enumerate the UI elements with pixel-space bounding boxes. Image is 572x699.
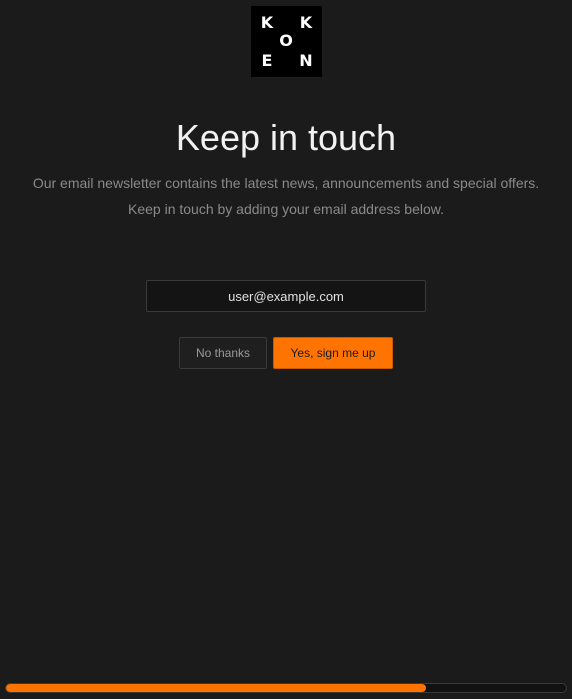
sign-up-button[interactable]: Yes, sign me up xyxy=(273,337,393,369)
progress-bar xyxy=(5,683,567,693)
logo-letter-k-right: K xyxy=(299,13,313,32)
logo-letter-e: E xyxy=(261,51,273,70)
logo-letter-o: O xyxy=(279,31,293,50)
description-line-1: Our email newsletter contains the latest… xyxy=(32,175,540,191)
logo-letter-n: N xyxy=(299,51,313,70)
logo-letter-k-left: K xyxy=(260,13,274,32)
no-thanks-button[interactable]: No thanks xyxy=(179,337,267,369)
page-title: Keep in touch xyxy=(175,117,397,158)
description-line-2: Keep in touch by adding your email addre… xyxy=(128,201,444,217)
newsletter-page: K K O E N Keep in touch Our email newsle… xyxy=(0,0,572,699)
brand-logo: K K O E N xyxy=(251,6,322,77)
email-field[interactable] xyxy=(146,280,426,312)
progress-fill xyxy=(6,684,426,692)
